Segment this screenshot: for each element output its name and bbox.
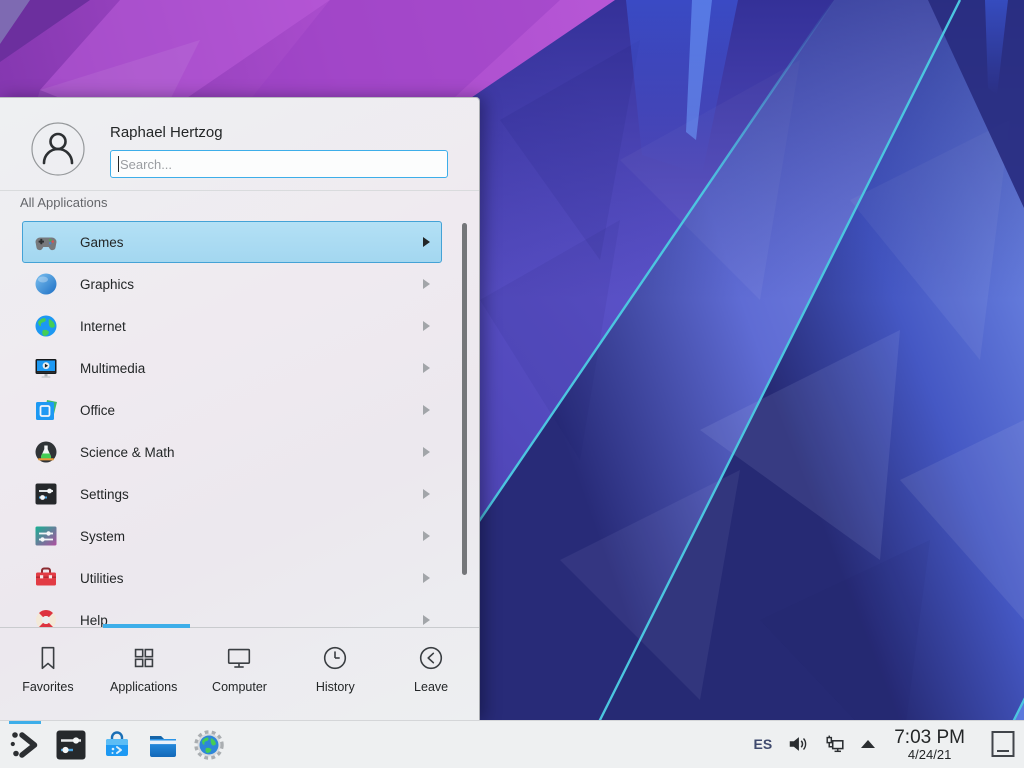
clock-icon: [320, 643, 350, 673]
category-science-math[interactable]: Science & Math: [22, 431, 442, 473]
submenu-arrow-icon: [423, 531, 430, 541]
web-browser-button[interactable]: [190, 721, 228, 768]
search-input[interactable]: [110, 150, 448, 178]
tab-applications[interactable]: Applications: [96, 628, 192, 720]
taskbar-panel: ES 7:03 PM 4/24/21: [0, 720, 1024, 768]
system-settings-icon: [54, 728, 88, 762]
category-system[interactable]: System: [22, 515, 442, 557]
category-settings[interactable]: Settings: [22, 473, 442, 515]
browser-globe-icon: [192, 728, 226, 762]
category-label: System: [80, 529, 125, 544]
desktop: Raphael Hertzog All Applications Game: [0, 0, 1024, 768]
user-avatar-icon[interactable]: [31, 122, 85, 176]
document-icon: [33, 397, 59, 423]
digital-clock[interactable]: 7:03 PM 4/24/21: [894, 728, 965, 762]
category-games[interactable]: Games: [22, 221, 442, 263]
clock-time: 7:03 PM: [894, 728, 965, 748]
submenu-arrow-icon: [423, 237, 430, 247]
clock-date: 4/24/21: [908, 748, 951, 762]
category-label: Games: [80, 235, 124, 250]
flask-icon: [33, 439, 59, 465]
category-label: Internet: [80, 319, 126, 334]
system-tray: ES 7:03 PM 4/24/21: [754, 728, 1016, 762]
folder-icon: [146, 728, 180, 762]
launcher-tabbar: Favorites Applications Computer: [0, 628, 479, 720]
network-icon[interactable]: [824, 733, 846, 755]
category-office[interactable]: Office: [22, 389, 442, 431]
grid-icon: [129, 643, 159, 673]
category-label: Multimedia: [80, 361, 145, 376]
discover-button[interactable]: [98, 721, 136, 768]
app-launcher-button[interactable]: [6, 721, 44, 768]
keyboard-layout-indicator[interactable]: ES: [754, 736, 773, 752]
text-caret: [118, 156, 119, 172]
tab-label: Leave: [414, 680, 448, 694]
submenu-arrow-icon: [423, 447, 430, 457]
section-label: All Applications: [0, 191, 479, 215]
monitor-play-icon: [33, 355, 59, 381]
list-scrollbar[interactable]: [462, 223, 467, 575]
tab-label: Computer: [212, 680, 267, 694]
bookmark-icon: [33, 643, 63, 673]
tab-history[interactable]: History: [287, 628, 383, 720]
application-launcher-menu: Raphael Hertzog All Applications Game: [0, 97, 480, 720]
category-graphics[interactable]: Graphics: [22, 263, 442, 305]
category-utilities[interactable]: Utilities: [22, 557, 442, 599]
category-label: Office: [80, 403, 115, 418]
lifebuoy-icon: [33, 607, 59, 627]
expand-tray-icon[interactable]: [861, 740, 875, 748]
user-name: Raphael Hertzog: [110, 124, 448, 142]
volume-icon[interactable]: [787, 733, 809, 755]
system-settings-button[interactable]: [52, 721, 90, 768]
tab-label: History: [316, 680, 355, 694]
file-manager-button[interactable]: [144, 721, 182, 768]
category-multimedia[interactable]: Multimedia: [22, 347, 442, 389]
sliders-color-icon: [33, 523, 59, 549]
tab-favorites[interactable]: Favorites: [0, 628, 96, 720]
submenu-arrow-icon: [423, 321, 430, 331]
tab-label: Applications: [110, 680, 177, 694]
submenu-arrow-icon: [423, 363, 430, 373]
kde-launcher-icon: [8, 728, 42, 762]
submenu-arrow-icon: [423, 489, 430, 499]
discover-bag-icon: [100, 728, 134, 762]
category-label: Utilities: [80, 571, 124, 586]
category-label: Graphics: [80, 277, 134, 292]
category-internet[interactable]: Internet: [22, 305, 442, 347]
submenu-arrow-icon: [423, 573, 430, 583]
sphere-icon: [33, 271, 59, 297]
sliders-dark-icon: [33, 481, 59, 507]
active-tab-indicator: [103, 624, 190, 628]
globe-icon: [33, 313, 59, 339]
submenu-arrow-icon: [423, 279, 430, 289]
category-label: Settings: [80, 487, 129, 502]
submenu-arrow-icon: [423, 615, 430, 625]
show-desktop-button[interactable]: [990, 728, 1016, 760]
tab-computer[interactable]: Computer: [192, 628, 288, 720]
launcher-header: Raphael Hertzog: [0, 98, 479, 191]
toolbox-icon: [33, 565, 59, 591]
submenu-arrow-icon: [423, 405, 430, 415]
tab-label: Favorites: [22, 680, 73, 694]
tab-leave[interactable]: Leave: [383, 628, 479, 720]
active-task-indicator: [9, 721, 41, 724]
gamepad-icon: [33, 229, 59, 255]
category-label: Science & Math: [80, 445, 175, 460]
application-category-list: Games Graphics: [0, 215, 479, 627]
computer-icon: [224, 643, 254, 673]
category-help[interactable]: Help: [22, 599, 442, 627]
leave-icon: [416, 643, 446, 673]
tabbar-separator: [0, 627, 479, 628]
